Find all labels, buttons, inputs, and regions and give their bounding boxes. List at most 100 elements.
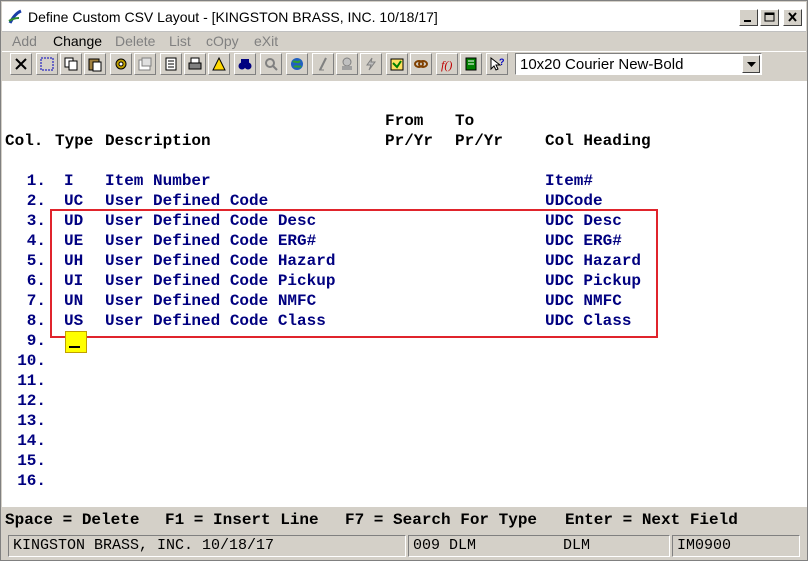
font-select-dropdown-button[interactable] <box>742 55 760 73</box>
app-logo-icon <box>8 9 22 24</box>
status-session-text: 009 DLM <box>413 537 477 554</box>
highlight-annotation-box <box>50 209 658 338</box>
status-session: 009 DLM DLM <box>408 535 670 557</box>
script-icon <box>319 57 327 71</box>
row-number: 10. <box>17 352 46 370</box>
layout-row[interactable]: 12. <box>2 391 807 411</box>
zoom-button[interactable] <box>260 53 282 75</box>
status-bar: KINGSTON BRASS, INC. 10/18/17 009 DLM DL… <box>2 532 807 560</box>
menu-bar: Add Change Delete List cOpy eXit <box>2 32 806 51</box>
properties-icon <box>138 57 152 71</box>
link-icon <box>414 60 428 68</box>
row-number: 13. <box>17 412 46 430</box>
font-select-value: 10x20 Courier New-Bold <box>520 56 684 73</box>
paste-button[interactable] <box>84 53 106 75</box>
stamp-button[interactable] <box>336 53 358 75</box>
row-description[interactable]: Item Number <box>105 171 211 191</box>
status-program: IM0900 <box>672 535 800 557</box>
row-number: 14. <box>17 432 46 450</box>
row-number: 8. <box>26 312 46 330</box>
properties-button[interactable] <box>134 53 156 75</box>
menu-add[interactable]: Add <box>12 33 37 49</box>
font-select[interactable]: 10x20 Courier New-Bold <box>515 53 762 75</box>
header-to: To <box>455 112 475 130</box>
note-button[interactable] <box>386 53 408 75</box>
row-number: 7. <box>26 292 46 310</box>
lightning-button[interactable] <box>360 53 382 75</box>
hint-space-delete: Space = Delete <box>5 511 140 529</box>
header-col-heading: Col Heading <box>545 132 651 150</box>
header-description: Description <box>105 132 211 150</box>
minimize-button[interactable] <box>739 9 758 26</box>
row-description[interactable]: User Defined Code <box>105 191 268 211</box>
layout-row[interactable]: 16. <box>2 471 807 491</box>
book-button[interactable] <box>460 53 482 75</box>
row-type[interactable]: UC <box>64 191 83 211</box>
find-button[interactable] <box>234 53 256 75</box>
binoculars-icon <box>238 59 252 70</box>
input-cursor-field[interactable] <box>65 331 87 353</box>
select-button[interactable] <box>36 53 58 75</box>
web-button[interactable] <box>286 53 308 75</box>
menu-change[interactable]: Change <box>53 33 102 49</box>
header-col: Col. <box>5 132 44 150</box>
row-number: 16. <box>17 472 46 490</box>
header-from-pryr: Pr/Yr <box>385 132 434 150</box>
alert-icon <box>212 56 226 71</box>
copy-icon <box>64 57 78 71</box>
alert-button[interactable] <box>208 53 230 75</box>
gear-icon <box>115 58 127 70</box>
menu-exit[interactable]: eXit <box>254 33 278 49</box>
help-pointer-icon: ? <box>490 56 505 71</box>
script-button[interactable] <box>312 53 334 75</box>
document-icon <box>165 57 177 71</box>
paste-icon <box>88 58 102 72</box>
svg-text:?: ? <box>499 57 505 67</box>
copy-button[interactable] <box>60 53 82 75</box>
row-number: 15. <box>17 452 46 470</box>
row-number: 11. <box>17 372 46 390</box>
layout-row[interactable]: 13. <box>2 411 807 431</box>
print-button[interactable] <box>184 53 206 75</box>
row-col-heading[interactable]: Item# <box>545 171 593 191</box>
menu-list[interactable]: List <box>169 33 191 49</box>
row-number: 5. <box>26 252 46 270</box>
status-user: DLM <box>563 537 591 554</box>
row-type[interactable]: I <box>64 171 74 191</box>
close-button[interactable] <box>783 9 802 26</box>
layout-row[interactable]: 1. I Item Number Item# <box>2 171 807 191</box>
settings-button[interactable] <box>110 53 132 75</box>
document-button[interactable] <box>160 53 182 75</box>
close-x-icon <box>15 58 27 70</box>
menu-copy[interactable]: cOpy <box>206 33 239 49</box>
row-number: 4. <box>26 232 46 250</box>
layout-row[interactable]: 10. <box>2 351 807 371</box>
select-icon <box>40 57 54 71</box>
hint-f1-insert: F1 = Insert Line <box>165 511 319 529</box>
layout-row[interactable]: 11. <box>2 371 807 391</box>
minimize-icon <box>744 20 751 22</box>
layout-row[interactable]: 14. <box>2 431 807 451</box>
maximize-button[interactable] <box>760 9 779 26</box>
stamp-icon <box>342 57 352 70</box>
window-title: Define Custom CSV Layout - [KINGSTON BRA… <box>28 9 438 25</box>
layout-row[interactable]: 2. UC User Defined Code UDCode <box>2 191 807 211</box>
function-key-bar: Space = Delete F1 = Insert Line F7 = Sea… <box>2 509 807 531</box>
link-button[interactable] <box>410 53 432 75</box>
hint-enter-next: Enter = Next Field <box>565 511 738 529</box>
row-col-heading[interactable]: UDCode <box>545 191 603 211</box>
note-icon <box>390 58 404 71</box>
layout-row[interactable]: 15. <box>2 451 807 471</box>
maximize-icon <box>764 12 775 22</box>
function-button[interactable]: f() <box>436 53 458 75</box>
hint-f7-search: F7 = Search For Type <box>345 511 538 529</box>
row-number: 1. <box>26 172 46 190</box>
menu-delete[interactable]: Delete <box>115 33 155 49</box>
close-icon <box>788 12 797 22</box>
header-to-pryr: Pr/Yr <box>455 132 504 150</box>
close-x-button[interactable] <box>10 53 32 75</box>
status-company: KINGSTON BRASS, INC. 10/18/17 <box>8 535 406 557</box>
help-button[interactable]: ? <box>486 53 508 75</box>
function-icon: f() <box>441 58 452 72</box>
toolbar: f() ? 10x20 Courier New-Bold <box>2 51 806 77</box>
